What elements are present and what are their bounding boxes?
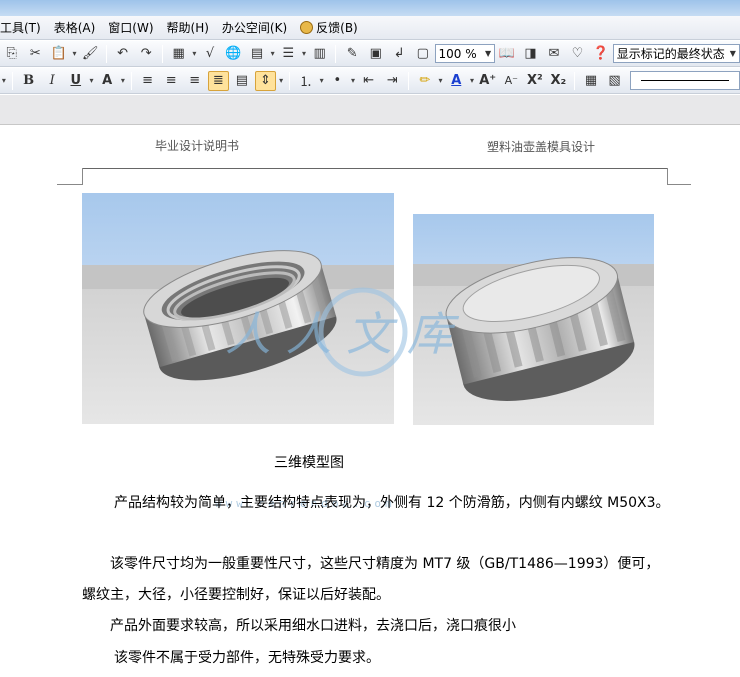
markup-state-combo[interactable]: 显示标记的最终状态 ▼ [612,44,740,63]
window-top-strip [0,0,740,16]
italic-icon[interactable]: I [41,71,63,91]
menu-window[interactable]: 窗口(W) [108,19,162,36]
numbering-icon[interactable]: ⒈ [295,71,317,91]
paragraph-structure: 产品结构较为简单，主要结构特点表现为，外侧有 12 个防滑筋，内侧有内螺纹 M5… [114,495,670,511]
drawing-icon[interactable]: ✎ [341,44,363,64]
superscript-icon[interactable]: X² [524,71,546,91]
separator [130,71,132,90]
borders-icon[interactable]: ▦ [580,71,602,91]
watermark-glyphs: 人 人 文 库 [225,307,460,361]
document-page[interactable]: 毕业设计说明书 塑料油壶盖模具设计 人 人 文 库 www.renrendoc.… [0,125,740,677]
zoom-value: 100 % [438,46,477,61]
feedback-icon [300,21,314,34]
paragraph-gating: 产品外面要求较高，所以采用细水口进料，去浇口后，浇口痕很小 [110,618,516,634]
char-scale-dropdown-icon[interactable]: ▾ [119,71,127,91]
menu-feedback-label: 反馈(B) [316,21,358,35]
separator [574,71,576,90]
watermark-logo: 人 人 文 库 [225,287,460,377]
reading-icon[interactable]: 📖 [496,44,518,64]
template-icon[interactable]: ♡ [567,44,589,64]
figure-caption: 三维模型图 [274,455,344,471]
cut-icon[interactable]: ✂ [25,44,47,64]
bullets-dropdown-icon[interactable]: ▾ [349,71,357,91]
new-window-icon[interactable]: ◨ [520,44,542,64]
shading-icon[interactable]: ▧ [604,71,626,91]
menu-office-space[interactable]: 办公空间(K) [222,19,296,36]
document-map-icon[interactable]: ▢ [412,44,434,64]
zoom-combo[interactable]: 100 % ▼ [434,44,496,63]
formula-icon[interactable]: √ [199,44,221,64]
chart-icon[interactable]: ▥ [309,44,331,64]
chevron-down-icon: ▼ [485,49,492,58]
separator [161,44,163,63]
subscript-icon[interactable]: X₂ [548,71,570,91]
separator [408,71,410,90]
insert-table-dropdown-icon[interactable]: ▾ [269,44,277,64]
format-painter-icon[interactable]: 🖌 [79,44,101,64]
chevron-down-icon: ▼ [729,49,736,58]
research-icon[interactable]: ✉ [543,44,565,64]
crop-mark-left [57,168,83,185]
font-color-icon[interactable]: A [445,71,467,91]
underline-dropdown-icon[interactable]: ▾ [88,71,96,91]
header-rule [83,168,668,169]
columns-icon[interactable]: ☰ [278,44,300,64]
menu-bar: 工具(T) 表格(A) 窗口(W) 帮助(H) 办公空间(K) 反馈(B) [0,16,740,40]
grow-font-icon[interactable]: A⁺ [477,71,499,91]
bullets-icon[interactable]: • [327,71,349,91]
justify-icon[interactable]: ≣ [207,70,230,91]
shrink-font-icon[interactable]: A⁻ [500,71,522,91]
paste-icon[interactable]: 📋 [48,44,70,64]
bold-icon[interactable]: B [18,71,40,91]
header-right-title: 塑料油壶盖模具设计 [487,140,596,154]
decrease-indent-icon[interactable]: ⇤ [358,71,380,91]
distributed-icon[interactable]: ▤ [231,71,253,91]
line-spacing-icon[interactable]: ⇕ [254,70,277,91]
menu-table[interactable]: 表格(A) [54,19,105,36]
menu-feedback[interactable]: 反馈(B) [300,19,367,36]
standard-toolbar: ⎘ ✂ 📋 ▾ 🖌 ↶ ↷ ▦ ▾ √ 🌐 ▤ ▾ ☰ ▾ ▥ ✎ ▣ ↲ ▢ 100 … [0,41,740,67]
paragraph-load: 该零件不属于受力部件，无特殊受力要求。 [114,650,380,666]
separator [289,71,291,90]
undo-icon[interactable]: ↶ [112,44,134,64]
paste-dropdown-icon[interactable]: ▾ [71,44,79,64]
font-size-dropdown-icon[interactable]: ▾ [0,71,8,91]
hyperlink-icon[interactable]: 🌐 [223,44,245,64]
markup-state-value: 显示标记的最终状态 [616,47,725,61]
columns-dropdown-icon[interactable]: ▾ [300,44,308,64]
formatting-toolbar: ▾ B I U ▾ A ▾ ≡ ≡ ≡ ≣ ▤ ⇕ ▾ ⒈ ▾ • ▾ ⇤ ⇥ ✏ ▾ A ▾… [0,68,740,94]
menu-tools[interactable]: 工具(T) [0,19,50,36]
increase-indent-icon[interactable]: ⇥ [381,71,403,91]
paragraph-mark-icon[interactable]: ↲ [388,44,410,64]
table-icon[interactable]: ▦ [168,44,190,64]
crop-mark-right [667,168,691,185]
help-icon[interactable]: ❓ [590,44,612,64]
separator [335,44,337,63]
numbering-dropdown-icon[interactable]: ▾ [318,71,326,91]
highlight-dropdown-icon[interactable]: ▾ [437,71,445,91]
ruler-area [0,95,740,125]
char-scale-icon[interactable]: A [96,71,118,91]
table-dropdown-icon[interactable]: ▾ [190,44,198,64]
line-style-combo[interactable] [630,71,740,90]
line-style-preview [641,80,730,81]
redo-icon[interactable]: ↷ [135,44,157,64]
align-right-icon[interactable]: ≡ [184,71,206,91]
underline-icon[interactable]: U [65,71,87,91]
preview-icon[interactable]: ▣ [365,44,387,64]
line-spacing-dropdown-icon[interactable]: ▾ [277,71,285,91]
insert-table-icon[interactable]: ▤ [246,44,268,64]
header-left-title: 毕业设计说明书 [155,139,240,153]
paragraph-tolerance: 该零件尺寸均为一般重要性尺寸，这些尺寸精度为 MT7 级（GB/T1486—19… [82,556,660,603]
copy-icon[interactable]: ⎘ [1,44,23,64]
highlight-icon[interactable]: ✏ [414,71,436,91]
align-center-icon[interactable]: ≡ [160,71,182,91]
font-color-dropdown-icon[interactable]: ▾ [468,71,476,91]
menu-help[interactable]: 帮助(H) [167,19,218,36]
separator [105,44,107,63]
align-left-icon[interactable]: ≡ [137,71,159,91]
separator [11,71,13,90]
